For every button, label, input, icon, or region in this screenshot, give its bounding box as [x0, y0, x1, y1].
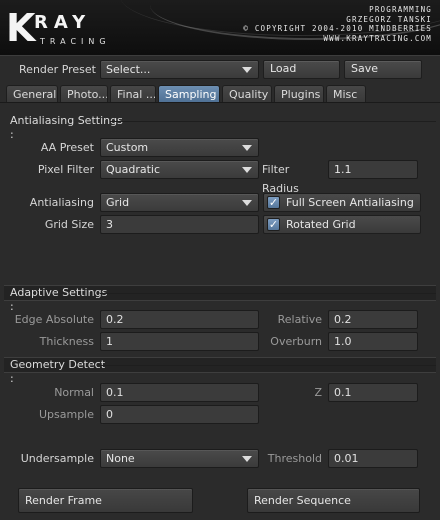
- undersample-dropdown[interactable]: None: [100, 449, 259, 468]
- normal-field[interactable]: 0.1: [100, 383, 259, 402]
- tab-sampling[interactable]: Sampling: [158, 85, 220, 103]
- antialiasing-dropdown[interactable]: Grid: [100, 193, 259, 212]
- logo-word: RAY: [34, 12, 92, 33]
- render-preset-label: Render Preset: [19, 63, 96, 76]
- section-divider: [100, 365, 436, 366]
- render-preset-value: Select...: [106, 63, 151, 76]
- chevron-down-icon: [242, 456, 252, 462]
- pixel-filter-label: Pixel Filter: [37, 163, 94, 176]
- normal-label: Normal: [54, 386, 94, 399]
- chevron-down-icon: [242, 145, 252, 151]
- rotated-grid-label: Rotated Grid: [286, 218, 356, 231]
- render-preset-dropdown[interactable]: Select...: [100, 60, 259, 79]
- undersample-label: Undersample: [20, 452, 94, 465]
- credits-line: © COPYRIGHT 2004-2010 MINDBERRIES: [243, 24, 432, 33]
- checkmark-icon: ✓: [267, 218, 280, 231]
- thickness-label: Thickness: [39, 335, 94, 348]
- grid-size-label: Grid Size: [44, 218, 94, 231]
- upsample-label: Upsample: [38, 408, 94, 421]
- antialiasing-label: Antialiasing: [29, 196, 94, 209]
- header-banner: K RAY TRACING PROGRAMMING GRZEGORZ TANSK…: [0, 0, 440, 56]
- overburn-field[interactable]: 1.0: [328, 332, 418, 351]
- edge-absolute-field[interactable]: 0.2: [100, 310, 259, 329]
- tab-general[interactable]: General: [6, 85, 58, 103]
- undersample-value: None: [106, 452, 135, 465]
- relative-label: Relative: [277, 313, 322, 326]
- section-divider: [100, 293, 436, 294]
- rotated-grid-toggle[interactable]: ✓ Rotated Grid: [263, 215, 421, 234]
- checkmark-icon: ✓: [267, 196, 280, 209]
- logo-subtitle: TRACING: [40, 37, 111, 46]
- antialiasing-value: Grid: [106, 196, 130, 209]
- z-label: Z: [314, 386, 322, 399]
- tab-final-gather[interactable]: Final ...: [110, 85, 156, 103]
- pixel-filter-value: Quadratic: [106, 163, 161, 176]
- tab-plugins[interactable]: Plugins: [274, 85, 324, 103]
- section-divider: [110, 121, 436, 122]
- fullscreen-aa-toggle[interactable]: ✓ Full Screen Antialiasing: [263, 193, 421, 212]
- fullscreen-aa-label: Full Screen Antialiasing: [286, 196, 414, 209]
- threshold-label: Threshold: [267, 452, 322, 465]
- filter-radius-label: Filter Radius: [262, 163, 299, 195]
- render-frame-button[interactable]: Render Frame: [18, 488, 193, 513]
- tab-misc[interactable]: Misc: [326, 85, 366, 103]
- tab-photon[interactable]: Photo...: [60, 85, 108, 103]
- chevron-down-icon: [242, 67, 252, 73]
- tab-divider: [0, 102, 440, 103]
- z-field[interactable]: 0.1: [328, 383, 418, 402]
- edge-absolute-label: Edge Absolute: [14, 313, 94, 326]
- geometry-section-title: Geometry Detect :: [10, 358, 106, 385]
- tab-quality[interactable]: Quality: [222, 85, 272, 103]
- threshold-field[interactable]: 0.01: [328, 449, 418, 468]
- credits-line: GRZEGORZ TANSKI: [346, 14, 432, 24]
- overburn-label: Overburn: [270, 335, 322, 348]
- aa-preset-label: AA Preset: [40, 141, 94, 154]
- chevron-down-icon: [242, 167, 252, 173]
- load-button[interactable]: Load: [263, 60, 340, 79]
- credits-line: WWW.KRAYTRACING.COM: [323, 33, 432, 43]
- thickness-field[interactable]: 1: [100, 332, 259, 351]
- credits: PROGRAMMING GRZEGORZ TANSKI © COPYRIGHT …: [172, 5, 432, 43]
- adaptive-section-title: Adaptive Settings :: [10, 286, 108, 313]
- save-button[interactable]: Save: [344, 60, 422, 79]
- pixel-filter-dropdown[interactable]: Quadratic: [100, 160, 259, 179]
- chevron-down-icon: [242, 200, 252, 206]
- grid-size-field[interactable]: 3: [100, 215, 259, 234]
- filter-radius-field[interactable]: 1.1: [328, 160, 418, 179]
- relative-field[interactable]: 0.2: [328, 310, 418, 329]
- aa-preset-dropdown[interactable]: Custom: [100, 138, 259, 157]
- credits-line: PROGRAMMING: [369, 5, 432, 14]
- aa-preset-value: Custom: [106, 141, 149, 154]
- render-sequence-button[interactable]: Render Sequence: [247, 488, 420, 513]
- upsample-field[interactable]: 0: [100, 405, 259, 424]
- kray-logo: K RAY TRACING: [4, 6, 154, 50]
- logo-letter: K: [6, 6, 36, 50]
